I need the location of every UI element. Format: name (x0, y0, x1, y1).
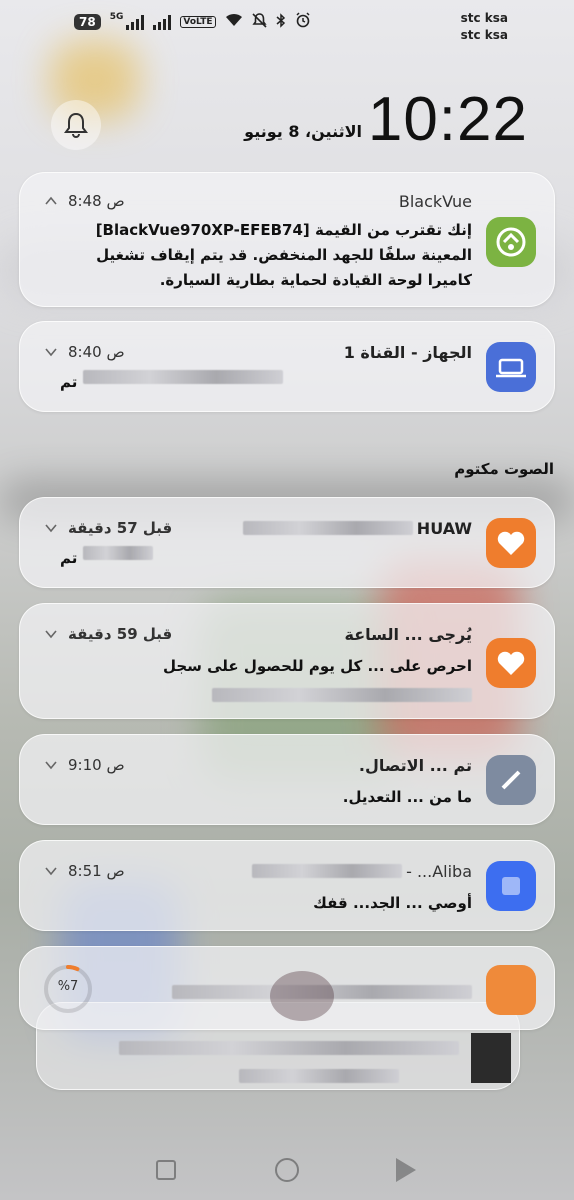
notification-card-silent-3[interactable]: 9:10 ص تم ... الاتصال. ما من ... التعديل… (19, 734, 555, 825)
notification-title: تم ... الاتصال. (358, 755, 472, 775)
network-type: 5G (109, 12, 124, 22)
alarm-icon (295, 12, 311, 32)
notification-body: أوصي ... الجد... قفك (313, 894, 472, 912)
health-app-icon (486, 638, 536, 688)
chevron-down-icon[interactable] (44, 864, 58, 878)
chevron-up-icon[interactable] (44, 194, 58, 208)
signal-icon (153, 14, 172, 30)
notification-app-name: BlackVue (398, 191, 472, 211)
lockscreen-date: الاثنين، 8 يونيو (244, 122, 362, 141)
thumbnail-image (471, 1033, 511, 1083)
redacted-text (239, 1068, 399, 1083)
notification-time: 9:10 ص (68, 756, 125, 774)
notification-card-silent-1[interactable]: قبل 57 دقيقة HUAW تم (19, 497, 555, 588)
chevron-down-icon[interactable] (44, 627, 58, 641)
redacted-text (83, 370, 284, 384)
health-app-icon (486, 518, 536, 568)
progress-label: %7 (57, 979, 79, 994)
silent-section-label: الصوت مكتوم (454, 460, 554, 478)
home-button[interactable] (275, 1158, 299, 1182)
notification-card-silent-4[interactable]: 8:51 ص Aliba... - أوصي ... الجد... قفك (19, 840, 555, 931)
redacted-text (119, 1040, 459, 1055)
notification-body: تم (60, 373, 78, 391)
notification-body: احرص على ... كل يوم للحصول على سجل (162, 657, 472, 675)
chevron-down-icon[interactable] (44, 521, 58, 535)
volte-badge: VoLTE (180, 16, 216, 28)
notification-title: يُرجى ... الساعة (344, 624, 472, 644)
notification-card-blackvue[interactable]: 8:48 ص BlackVue إنك تقترب من القيمة [Bla… (19, 172, 555, 307)
notification-card-silent-2[interactable]: قبل 59 دقيقة يُرجى ... الساعة احرص على .… (19, 603, 555, 719)
notification-body: تم (60, 549, 78, 567)
notification-time: قبل 57 دقيقة (68, 519, 173, 537)
carrier-2: stc ksa (460, 28, 508, 42)
redacted-text (252, 864, 403, 878)
notification-title: HUAW (416, 518, 472, 538)
notification-settings-button[interactable] (51, 100, 101, 150)
alibaba-app-icon (486, 861, 536, 911)
chevron-down-icon[interactable] (44, 758, 58, 772)
progress-ring: %7 (42, 963, 94, 1015)
app-icon (486, 965, 536, 1015)
notification-time: قبل 59 دقيقة (68, 625, 173, 643)
redacted-text (212, 687, 472, 702)
notification-card-silent-5[interactable]: %7 (19, 946, 555, 1030)
media-thumbnail (270, 971, 334, 1021)
redacted-text (242, 521, 413, 535)
recent-apps-button[interactable] (156, 1160, 176, 1180)
notification-card-device[interactable]: 8:40 ص الجهاز - القناة 1 تم (19, 321, 555, 412)
notification-body: إنك تقترب من القيمة [BlackVue970XP-EFEB7… (95, 221, 472, 289)
back-button[interactable] (396, 1158, 416, 1182)
redacted-text (83, 546, 154, 560)
notification-time: 8:40 ص (68, 343, 125, 361)
wifi-icon (225, 13, 243, 31)
settings-app-icon (486, 755, 536, 805)
signal-icon (126, 14, 145, 30)
lockscreen-clock: 10:22 (367, 85, 528, 154)
bluetooth-icon (276, 12, 286, 32)
carrier-1: stc ksa (460, 11, 508, 25)
device-app-icon (486, 342, 536, 392)
carrier-label: stc ksa stc ksa (461, 10, 508, 44)
notification-title: الجهاز - القناة 1 (343, 342, 472, 362)
chevron-down-icon[interactable] (44, 345, 58, 359)
bell-muted-icon (251, 12, 267, 32)
battery-indicator: 78 (74, 14, 101, 30)
notification-time: 8:48 ص (68, 192, 125, 210)
bell-icon (64, 112, 88, 138)
status-bar: 78 5G VoLTE stc ksa stc ksa (0, 0, 574, 50)
notification-time: 8:51 ص (68, 862, 125, 880)
blackvue-app-icon (486, 217, 536, 267)
notification-title: Aliba... - (406, 861, 472, 881)
notification-body: ما من ... التعديل. (342, 788, 472, 806)
